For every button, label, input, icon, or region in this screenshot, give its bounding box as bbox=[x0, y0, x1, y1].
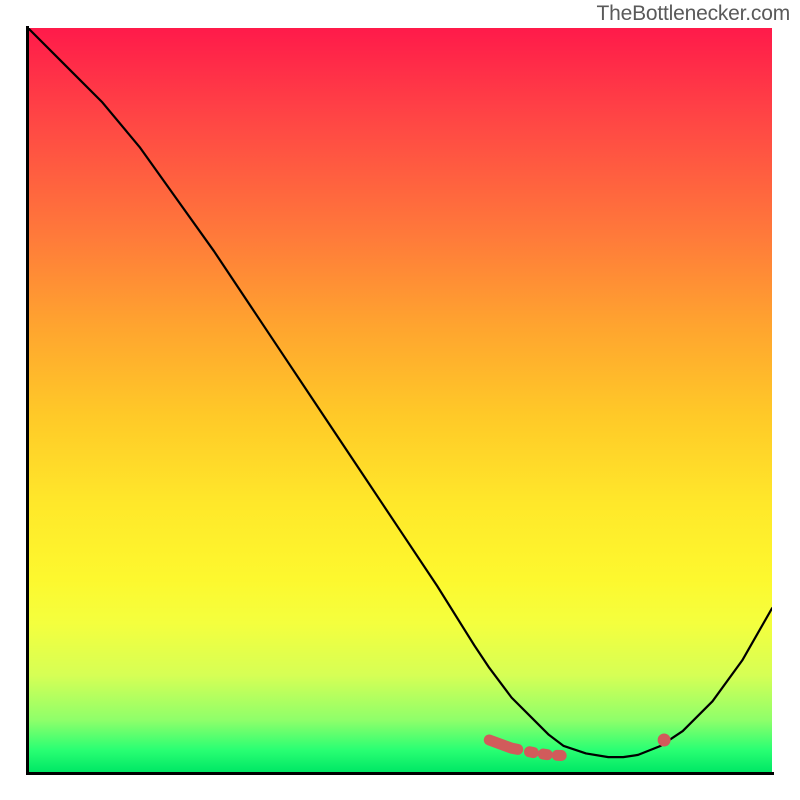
main-curve bbox=[28, 28, 772, 757]
x-axis-line bbox=[26, 772, 774, 775]
highlight-segment bbox=[489, 740, 638, 756]
chart-container: TheBottlenecker.com bbox=[0, 0, 800, 800]
chart-overlay bbox=[28, 28, 772, 772]
watermark-text: TheBottlenecker.com bbox=[597, 2, 790, 26]
highlight-point bbox=[658, 734, 671, 747]
